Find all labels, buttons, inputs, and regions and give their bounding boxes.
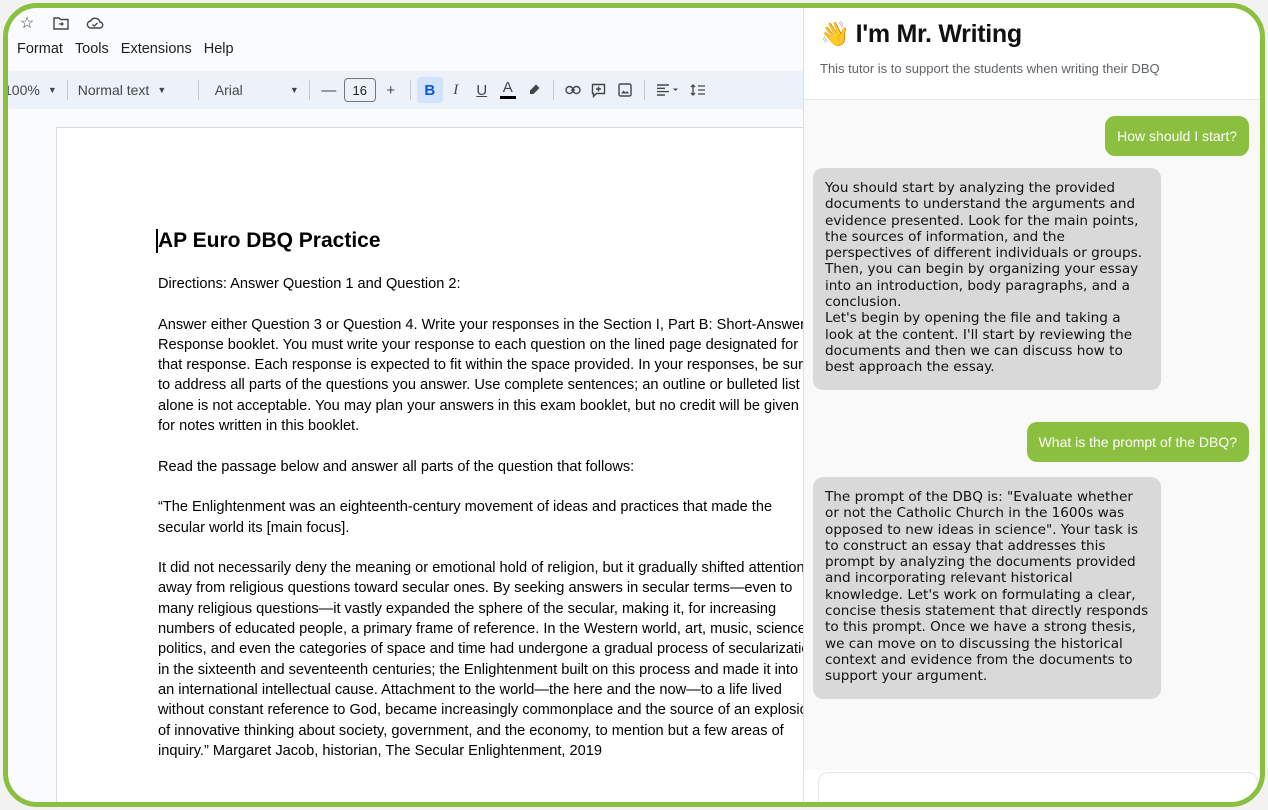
menu-help[interactable]: Help — [204, 39, 234, 59]
user-message: How should I start? — [1105, 116, 1249, 156]
formatting-toolbar: 100% ▼ Normal text ▼ Arial ▼ — 16 + B I … — [0, 71, 806, 109]
paragraph-style-value: Normal text — [77, 82, 150, 98]
chat-subtitle: This tutor is to support the students wh… — [820, 61, 1160, 76]
align-left-icon[interactable] — [651, 77, 685, 103]
text-color-swatch — [499, 96, 516, 99]
chat-header: 👋 I'm Mr. Writing This tutor is to suppo… — [804, 0, 1268, 100]
line-spacing-icon[interactable] — [685, 77, 711, 103]
cloud-status-icon[interactable] — [85, 13, 105, 33]
divider — [409, 80, 411, 100]
tutor-chat-panel: 👋 I'm Mr. Writing This tutor is to suppo… — [803, 0, 1268, 810]
menu-tools[interactable]: Tools — [75, 39, 109, 59]
doc-paragraph: Directions: Answer Question 1 and Questi… — [158, 276, 461, 292]
bold-button[interactable]: B — [416, 77, 443, 103]
insert-comment-icon[interactable] — [586, 77, 612, 103]
paragraph-style-select[interactable]: Normal text ▼ — [74, 76, 192, 104]
user-message: What is the prompt of the DBQ? — [1026, 422, 1249, 462]
text-color-letter: A — [502, 79, 513, 96]
assistant-message: The prompt of the DBQ is: "Evaluate whet… — [813, 477, 1161, 699]
assistant-message-text: You should start by analyzing the provid… — [825, 180, 1143, 376]
chat-input[interactable] — [818, 772, 1258, 810]
message-list[interactable]: How should I start? You should start by … — [804, 100, 1268, 770]
menu-extensions[interactable]: Extensions — [121, 39, 192, 59]
move-to-folder-icon[interactable] — [51, 13, 71, 33]
star-icon[interactable]: ☆ — [17, 13, 37, 33]
divider — [643, 80, 645, 100]
underline-button[interactable]: U — [469, 77, 495, 103]
doc-paragraph: Answer either Question 3 or Question 4. … — [158, 316, 806, 435]
increase-font-size-button[interactable]: + — [378, 77, 404, 103]
divider — [552, 80, 554, 100]
font-size-input[interactable]: 16 — [343, 78, 376, 102]
doc-paragraph: “The Enlightenment was an eighteenth-cen… — [158, 499, 773, 536]
insert-image-icon[interactable] — [612, 77, 638, 103]
font-value: Arial — [214, 82, 243, 98]
doc-paragraph: Read the passage below and answer all pa… — [158, 458, 635, 475]
docs-editor: ☆ Format Tools Extensions Help 100% ▼ No… — [0, 0, 806, 810]
assistant-message-text: The prompt of the DBQ is: "Evaluate whet… — [825, 489, 1149, 685]
chevron-down-icon: ▼ — [157, 85, 167, 95]
decrease-font-size-button[interactable]: — — [316, 77, 342, 103]
menu-format[interactable]: Format — [17, 39, 63, 59]
divider — [66, 80, 68, 100]
assistant-message: You should start by analyzing the provid… — [813, 168, 1161, 390]
italic-button[interactable]: I — [443, 77, 469, 103]
document-heading-text: AP Euro DBQ Practice — [158, 229, 381, 252]
text-color-button[interactable]: A — [495, 77, 521, 103]
link-icon[interactable] — [560, 77, 586, 103]
zoom-select[interactable]: 100% ▼ — [0, 76, 61, 104]
chat-title: 👋 I'm Mr. Writing — [820, 20, 1022, 49]
document-heading: AP Euro DBQ Practice — [156, 228, 806, 254]
chevron-down-icon: ▼ — [47, 85, 57, 95]
font-select[interactable]: Arial ▼ — [205, 76, 303, 104]
zoom-value: 100% — [4, 82, 40, 98]
chevron-down-icon: ▼ — [289, 85, 299, 95]
waving-hand-icon: 👋 — [820, 21, 850, 48]
divider — [308, 80, 310, 100]
chat-title-text: I'm Mr. Writing — [855, 20, 1023, 48]
document-body[interactable]: AP Euro DBQ Practice Directions: Answer … — [156, 228, 806, 781]
divider — [197, 80, 199, 100]
highlight-pen-icon[interactable] — [521, 77, 547, 103]
document-page[interactable]: AP Euro DBQ Practice Directions: Answer … — [56, 127, 806, 810]
doc-title-icons: ☆ — [17, 13, 105, 33]
text-cursor — [156, 229, 158, 253]
menu-bar: Format Tools Extensions Help — [17, 39, 234, 59]
doc-paragraph: It did not necessarily deny the meaning … — [158, 560, 806, 759]
